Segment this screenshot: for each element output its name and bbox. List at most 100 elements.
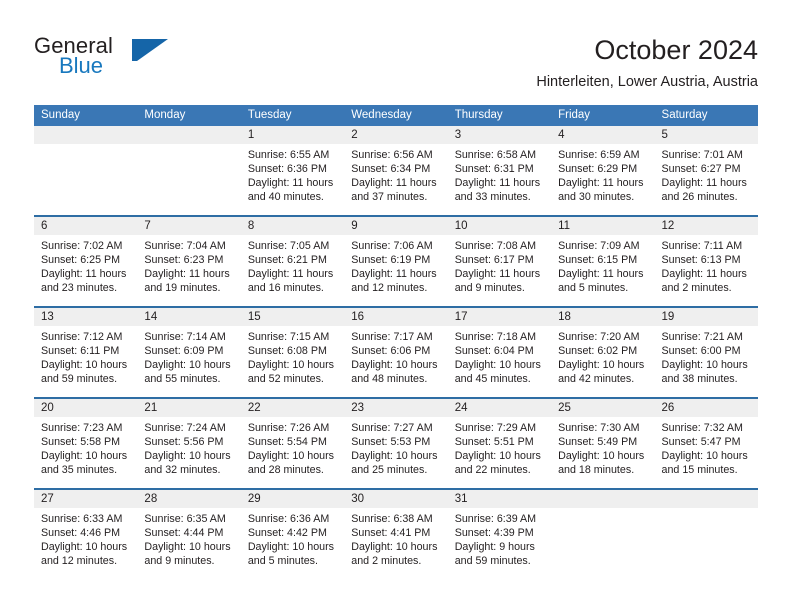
brand-name-blue: Blue xyxy=(59,53,104,78)
day-number[interactable]: 16 xyxy=(344,308,447,326)
weekday-header-wednesday: Wednesday xyxy=(351,109,412,121)
day-cell[interactable]: Sunrise: 7:32 AM Sunset: 5:47 PM Daylight:… xyxy=(655,417,758,488)
day-number[interactable]: 2 xyxy=(344,126,447,144)
day-number[interactable]: 23 xyxy=(344,399,447,417)
sunset-text: Sunset: 6:15 PM xyxy=(558,254,638,267)
daylight-text: Daylight: 10 hours xyxy=(144,450,231,463)
day-number[interactable]: 9 xyxy=(344,217,447,235)
day-number[interactable]: 11 xyxy=(551,217,654,235)
sunrise-text: Sunrise: 6:55 AM xyxy=(247,149,330,161)
sunrise-text: Sunrise: 7:09 AM xyxy=(558,240,640,252)
brand-logo[interactable]: General Blue xyxy=(34,33,214,85)
sunset-text: Sunset: 6:36 PM xyxy=(247,163,327,176)
day-number[interactable]: 3 xyxy=(448,126,551,144)
day-cell[interactable]: Sunrise: 6:35 AM Sunset: 4:44 PM Daylight:… xyxy=(137,508,240,579)
day-number[interactable]: 20 xyxy=(34,399,137,417)
day-cell[interactable]: Sunrise: 7:21 AM Sunset: 6:00 PM Daylight:… xyxy=(655,326,758,397)
day-number[interactable]: 29 xyxy=(241,490,344,508)
sunrise-text: Sunrise: 7:18 AM xyxy=(454,331,537,343)
day-cell[interactable]: Sunrise: 7:12 AM Sunset: 6:11 PM Daylight:… xyxy=(34,326,137,397)
day-cell-empty xyxy=(137,144,240,215)
sunset-text: Sunset: 4:41 PM xyxy=(351,527,431,540)
sunrise-text: Sunrise: 6:33 AM xyxy=(41,513,123,525)
day-number[interactable]: 27 xyxy=(34,490,137,508)
sunset-text: Sunset: 6:34 PM xyxy=(351,163,431,176)
day-number[interactable]: 15 xyxy=(241,308,344,326)
daylight-text: Daylight: 11 hours xyxy=(558,177,644,190)
day-number[interactable]: 8 xyxy=(241,217,344,235)
day-number[interactable]: 26 xyxy=(655,399,758,417)
sunrise-text: Sunrise: 7:11 AM xyxy=(661,240,743,252)
daylight-text-cont: and 25 minutes. xyxy=(351,464,428,477)
day-cell[interactable]: Sunrise: 7:05 AM Sunset: 6:21 PM Daylight:… xyxy=(241,235,344,306)
daylight-text-cont: and 12 minutes. xyxy=(351,282,428,295)
day-cell[interactable]: Sunrise: 7:02 AM Sunset: 6:25 PM Daylight:… xyxy=(34,235,137,306)
week-daynumber-band: 13 14 15 16 17 18 19 xyxy=(34,308,758,326)
sunrise-text: Sunrise: 7:21 AM xyxy=(661,331,743,343)
sunset-text: Sunset: 6:29 PM xyxy=(558,163,638,176)
sunrise-text: Sunrise: 7:08 AM xyxy=(454,240,537,252)
day-number[interactable]: 18 xyxy=(551,308,654,326)
day-cell[interactable]: Sunrise: 6:36 AM Sunset: 4:42 PM Daylight:… xyxy=(241,508,344,579)
day-cell[interactable]: Sunrise: 7:04 AM Sunset: 6:23 PM Daylight:… xyxy=(137,235,240,306)
daylight-text: Daylight: 11 hours xyxy=(247,268,334,281)
day-cell[interactable]: Sunrise: 7:26 AM Sunset: 5:54 PM Daylight:… xyxy=(241,417,344,488)
day-cell[interactable]: Sunrise: 7:15 AM Sunset: 6:08 PM Daylight:… xyxy=(241,326,344,397)
day-number[interactable]: 21 xyxy=(137,399,240,417)
day-number[interactable]: 7 xyxy=(137,217,240,235)
day-number[interactable]: 1 xyxy=(241,126,344,144)
day-cell[interactable]: Sunrise: 7:08 AM Sunset: 6:17 PM Daylight:… xyxy=(448,235,551,306)
day-number[interactable]: 14 xyxy=(137,308,240,326)
day-cell[interactable]: Sunrise: 7:30 AM Sunset: 5:49 PM Daylight:… xyxy=(551,417,654,488)
day-number[interactable]: 13 xyxy=(34,308,137,326)
daylight-text-cont: and 37 minutes. xyxy=(351,191,428,204)
sunset-text: Sunset: 6:27 PM xyxy=(661,163,741,176)
weekday-header-saturday: Saturday xyxy=(661,109,708,121)
day-number[interactable]: 19 xyxy=(655,308,758,326)
day-cell[interactable]: Sunrise: 7:20 AM Sunset: 6:02 PM Daylight:… xyxy=(551,326,654,397)
day-number[interactable]: 17 xyxy=(448,308,551,326)
day-cell[interactable]: Sunrise: 7:18 AM Sunset: 6:04 PM Daylight:… xyxy=(448,326,551,397)
day-cell[interactable]: Sunrise: 6:38 AM Sunset: 4:41 PM Daylight:… xyxy=(344,508,447,579)
day-number[interactable]: 10 xyxy=(448,217,551,235)
day-cell[interactable]: Sunrise: 7:09 AM Sunset: 6:15 PM Daylight:… xyxy=(551,235,654,306)
day-cell[interactable]: Sunrise: 7:27 AM Sunset: 5:53 PM Daylight:… xyxy=(344,417,447,488)
sunrise-text: Sunrise: 7:15 AM xyxy=(247,331,330,343)
day-cell[interactable]: Sunrise: 6:58 AM Sunset: 6:31 PM Daylight:… xyxy=(448,144,551,215)
daylight-text: Daylight: 10 hours xyxy=(351,541,438,554)
day-cell[interactable]: Sunrise: 6:33 AM Sunset: 4:46 PM Daylight:… xyxy=(34,508,137,579)
day-number[interactable]: 30 xyxy=(344,490,447,508)
sunset-text: Sunset: 5:53 PM xyxy=(351,436,431,449)
day-cell[interactable]: Sunrise: 6:59 AM Sunset: 6:29 PM Daylight:… xyxy=(551,144,654,215)
day-number[interactable]: 28 xyxy=(137,490,240,508)
sunset-text: Sunset: 6:09 PM xyxy=(144,345,224,358)
day-cell[interactable]: Sunrise: 7:11 AM Sunset: 6:13 PM Daylight:… xyxy=(655,235,758,306)
day-cell[interactable]: Sunrise: 7:17 AM Sunset: 6:06 PM Daylight:… xyxy=(344,326,447,397)
day-cell[interactable]: Sunrise: 6:55 AM Sunset: 6:36 PM Daylight:… xyxy=(241,144,344,215)
sunset-text: Sunset: 5:56 PM xyxy=(144,436,224,449)
day-cell[interactable]: Sunrise: 7:01 AM Sunset: 6:27 PM Daylight:… xyxy=(655,144,758,215)
day-number[interactable]: 22 xyxy=(241,399,344,417)
day-cell[interactable]: Sunrise: 7:29 AM Sunset: 5:51 PM Daylight:… xyxy=(448,417,551,488)
day-cell[interactable]: Sunrise: 7:06 AM Sunset: 6:19 PM Daylight:… xyxy=(344,235,447,306)
day-number[interactable]: 6 xyxy=(34,217,137,235)
daylight-text: Daylight: 10 hours xyxy=(41,541,128,554)
week-detail-band: Sunrise: 7:12 AM Sunset: 6:11 PM Daylight:… xyxy=(34,326,758,397)
daylight-text-cont: and 42 minutes. xyxy=(558,373,635,386)
day-cell[interactable]: Sunrise: 6:56 AM Sunset: 6:34 PM Daylight:… xyxy=(344,144,447,215)
day-number[interactable]: 24 xyxy=(448,399,551,417)
calendar-page: General Blue October 2024 Hinterleiten, … xyxy=(0,0,792,612)
daylight-text-cont: and 16 minutes. xyxy=(247,282,324,295)
daylight-text: Daylight: 10 hours xyxy=(351,450,438,463)
daylight-text: Daylight: 10 hours xyxy=(558,450,645,463)
day-cell[interactable]: Sunrise: 6:39 AM Sunset: 4:39 PM Daylight:… xyxy=(448,508,551,579)
daylight-text-cont: and 5 minutes. xyxy=(247,555,318,568)
day-number[interactable]: 25 xyxy=(551,399,654,417)
day-cell[interactable]: Sunrise: 7:23 AM Sunset: 5:58 PM Daylight:… xyxy=(34,417,137,488)
day-number[interactable]: 31 xyxy=(448,490,551,508)
day-number[interactable]: 5 xyxy=(655,126,758,144)
day-cell[interactable]: Sunrise: 7:14 AM Sunset: 6:09 PM Daylight:… xyxy=(137,326,240,397)
day-number[interactable]: 12 xyxy=(655,217,758,235)
day-cell[interactable]: Sunrise: 7:24 AM Sunset: 5:56 PM Daylight:… xyxy=(137,417,240,488)
day-number[interactable]: 4 xyxy=(551,126,654,144)
